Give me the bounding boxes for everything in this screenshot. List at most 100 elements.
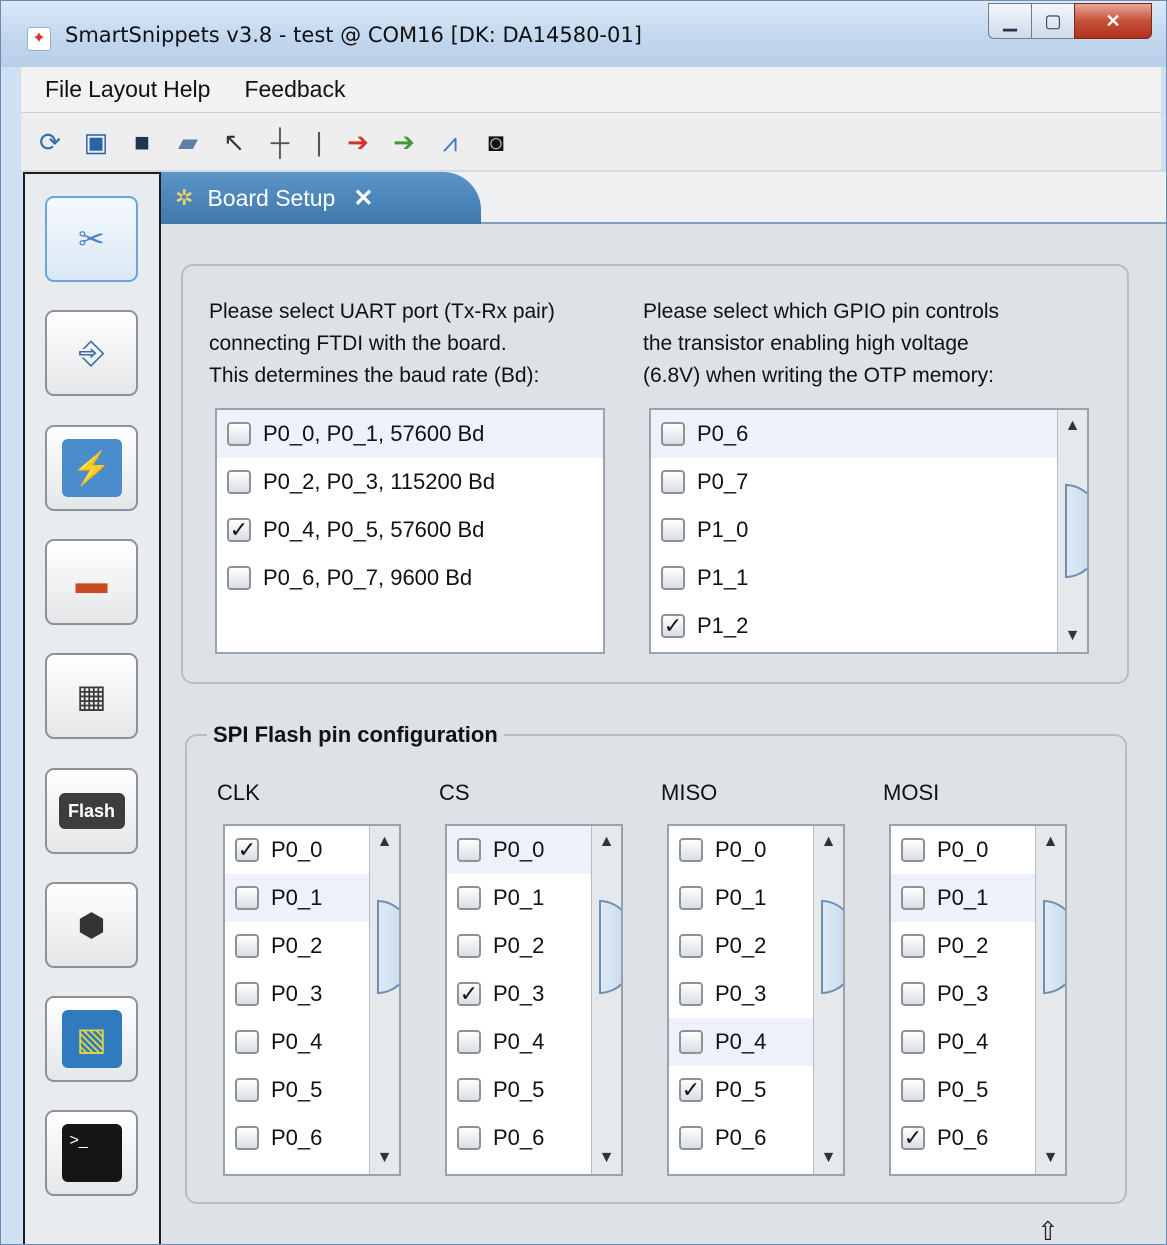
scroll-thumb[interactable] [814, 860, 843, 1044]
gpio-option[interactable]: ✓ P1_2 [651, 602, 1087, 650]
checkbox[interactable] [901, 838, 925, 862]
spi-pin-option[interactable]: P0_1 [447, 874, 593, 922]
tab-board-setup[interactable]: ✲ Board Setup ✕ [161, 172, 481, 224]
sidebar-item-power-profiler[interactable]: ⚡ [45, 425, 138, 511]
uart-option[interactable]: P0_6, P0_7, 9600 Bd [217, 554, 603, 602]
scroll-thumb[interactable] [592, 860, 621, 1044]
scroll-up-icon[interactable]: ▲ [1058, 410, 1087, 442]
export-red-icon[interactable]: ➔ [339, 123, 377, 161]
spi-pin-option[interactable]: P0_2 [891, 922, 1037, 970]
gpio-pin-list[interactable]: P0_6 P0_7 P1_0 P1_1 ✓ P1_2 ▲ ▼ [649, 408, 1089, 654]
title-bar[interactable]: ✦ SmartSnippets v3.8 - test @ COM16 [DK:… [1, 1, 1166, 67]
checkbox[interactable] [661, 422, 685, 446]
spi-pin-option[interactable]: P0_4 [669, 1018, 815, 1066]
spi-pin-option[interactable]: P0_6 [447, 1114, 593, 1162]
camera-icon[interactable]: ◙ [477, 123, 515, 161]
spi-scrollbar[interactable]: ▲ ▼ [369, 826, 399, 1174]
uart-option[interactable]: P0_2, P0_3, 115200 Bd [217, 458, 603, 506]
scroll-down-icon[interactable]: ▼ [1058, 620, 1087, 652]
checkbox[interactable] [901, 982, 925, 1006]
checkbox[interactable] [457, 934, 481, 958]
checkbox[interactable] [661, 566, 685, 590]
uart-port-list[interactable]: P0_0, P0_1, 57600 Bd P0_2, P0_3, 115200 B… [215, 408, 605, 654]
sidebar-item-chip-programmer[interactable]: ▦ [45, 653, 138, 739]
save-icon[interactable]: ▣ [77, 123, 115, 161]
checkbox[interactable] [457, 1078, 481, 1102]
spi-pin-option[interactable]: P0_3 [891, 970, 1037, 1018]
scroll-thumb[interactable] [1058, 444, 1087, 628]
scroll-down-icon[interactable]: ▼ [370, 1142, 399, 1174]
open-folder-icon[interactable]: ▰ [169, 123, 207, 161]
spi-scrollbar[interactable]: ▲ ▼ [1035, 826, 1065, 1174]
spi-pin-option[interactable]: P0_4 [225, 1018, 371, 1066]
sidebar-item-flash[interactable]: Flash [45, 768, 138, 854]
gpio-option[interactable]: P1_1 [651, 554, 1087, 602]
checkbox[interactable] [901, 934, 925, 958]
checkbox[interactable] [679, 1126, 703, 1150]
checkbox-checked[interactable]: ✓ [901, 1126, 925, 1150]
checkbox[interactable] [901, 886, 925, 910]
checkbox[interactable] [227, 470, 251, 494]
gpio-option[interactable]: P0_7 [651, 458, 1087, 506]
scroll-up-icon[interactable]: ▲ [1036, 826, 1065, 858]
spi-pin-option[interactable]: P0_1 [669, 874, 815, 922]
scroll-up-icon[interactable]: ▲ [814, 826, 843, 858]
spi-pin-option[interactable]: ✓ P0_0 [225, 826, 371, 874]
scroll-up-icon[interactable]: ▲ [370, 826, 399, 858]
gpio-option[interactable]: P1_0 [651, 506, 1087, 554]
tab-close-icon[interactable]: ✕ [353, 184, 373, 213]
spi-pin-option[interactable]: P0_0 [891, 826, 1037, 874]
checkbox-checked[interactable]: ✓ [457, 982, 481, 1006]
scroll-down-icon[interactable]: ▼ [592, 1142, 621, 1174]
scroll-down-icon[interactable]: ▼ [1036, 1142, 1065, 1174]
checkbox[interactable] [901, 1030, 925, 1054]
spi-pin-option[interactable]: P0_1 [891, 874, 1037, 922]
checkbox-checked[interactable]: ✓ [235, 838, 259, 862]
checkbox[interactable] [235, 886, 259, 910]
menu-feedback[interactable]: Feedback [244, 76, 351, 103]
sidebar-item-layout[interactable]: ▧ [45, 996, 138, 1082]
checkbox[interactable] [235, 934, 259, 958]
spi-pin-option[interactable]: P0_5 [891, 1066, 1037, 1114]
spi-pin-option[interactable]: P0_4 [447, 1018, 593, 1066]
checkbox[interactable] [679, 982, 703, 1006]
checkbox[interactable] [235, 982, 259, 1006]
minimize-button[interactable]: ▁ [988, 3, 1032, 39]
spi-pin-option[interactable]: P0_2 [669, 922, 815, 970]
spi-pin-option[interactable]: ✓ P0_6 [891, 1114, 1037, 1162]
spi-mosi-list[interactable]: P0_0 P0_1 P0_2 P0_3 P0_4 P0_5 ✓ P0_6 ▲ ▼ [889, 824, 1067, 1176]
spi-pin-option[interactable]: P0_0 [447, 826, 593, 874]
sidebar-item-board-setup[interactable]: ✂ [45, 196, 138, 282]
scroll-thumb[interactable] [1036, 860, 1065, 1044]
spi-pin-option[interactable]: P0_1 [225, 874, 371, 922]
spi-pin-option[interactable]: P0_2 [447, 922, 593, 970]
spi-scrollbar[interactable]: ▲ ▼ [591, 826, 621, 1174]
checkbox[interactable] [235, 1126, 259, 1150]
pointer-icon[interactable]: ↖ [215, 123, 253, 161]
checkbox[interactable] [661, 518, 685, 542]
menu-layout[interactable]: Layout [88, 76, 163, 103]
import-green-icon[interactable]: ➔ [385, 123, 423, 161]
close-button[interactable]: ✕ [1074, 3, 1152, 39]
window-icon[interactable]: ■ [123, 123, 161, 161]
sidebar-item-eeprom[interactable]: ⬢ [45, 882, 138, 968]
spi-pin-option[interactable]: P0_4 [891, 1018, 1037, 1066]
checkbox[interactable] [235, 1078, 259, 1102]
checkbox[interactable] [457, 886, 481, 910]
spi-pin-option[interactable]: P0_2 [225, 922, 371, 970]
spi-pin-option[interactable]: P0_0 [669, 826, 815, 874]
checkbox[interactable] [457, 1126, 481, 1150]
spi-pin-option[interactable]: P0_6 [669, 1114, 815, 1162]
checkbox[interactable] [457, 838, 481, 862]
checkbox-checked[interactable]: ✓ [227, 518, 251, 542]
checkbox[interactable] [227, 422, 251, 446]
checkbox-checked[interactable]: ✓ [679, 1078, 703, 1102]
scroll-thumb[interactable] [370, 860, 399, 1044]
spi-pin-option[interactable]: ✓ P0_5 [669, 1066, 815, 1114]
checkbox[interactable] [679, 934, 703, 958]
checkbox[interactable] [235, 1030, 259, 1054]
crosshair-icon[interactable]: ┼ [261, 123, 299, 161]
spi-pin-option[interactable]: P0_3 [669, 970, 815, 1018]
spi-pin-option[interactable]: P0_6 [225, 1114, 371, 1162]
checkbox[interactable] [661, 470, 685, 494]
